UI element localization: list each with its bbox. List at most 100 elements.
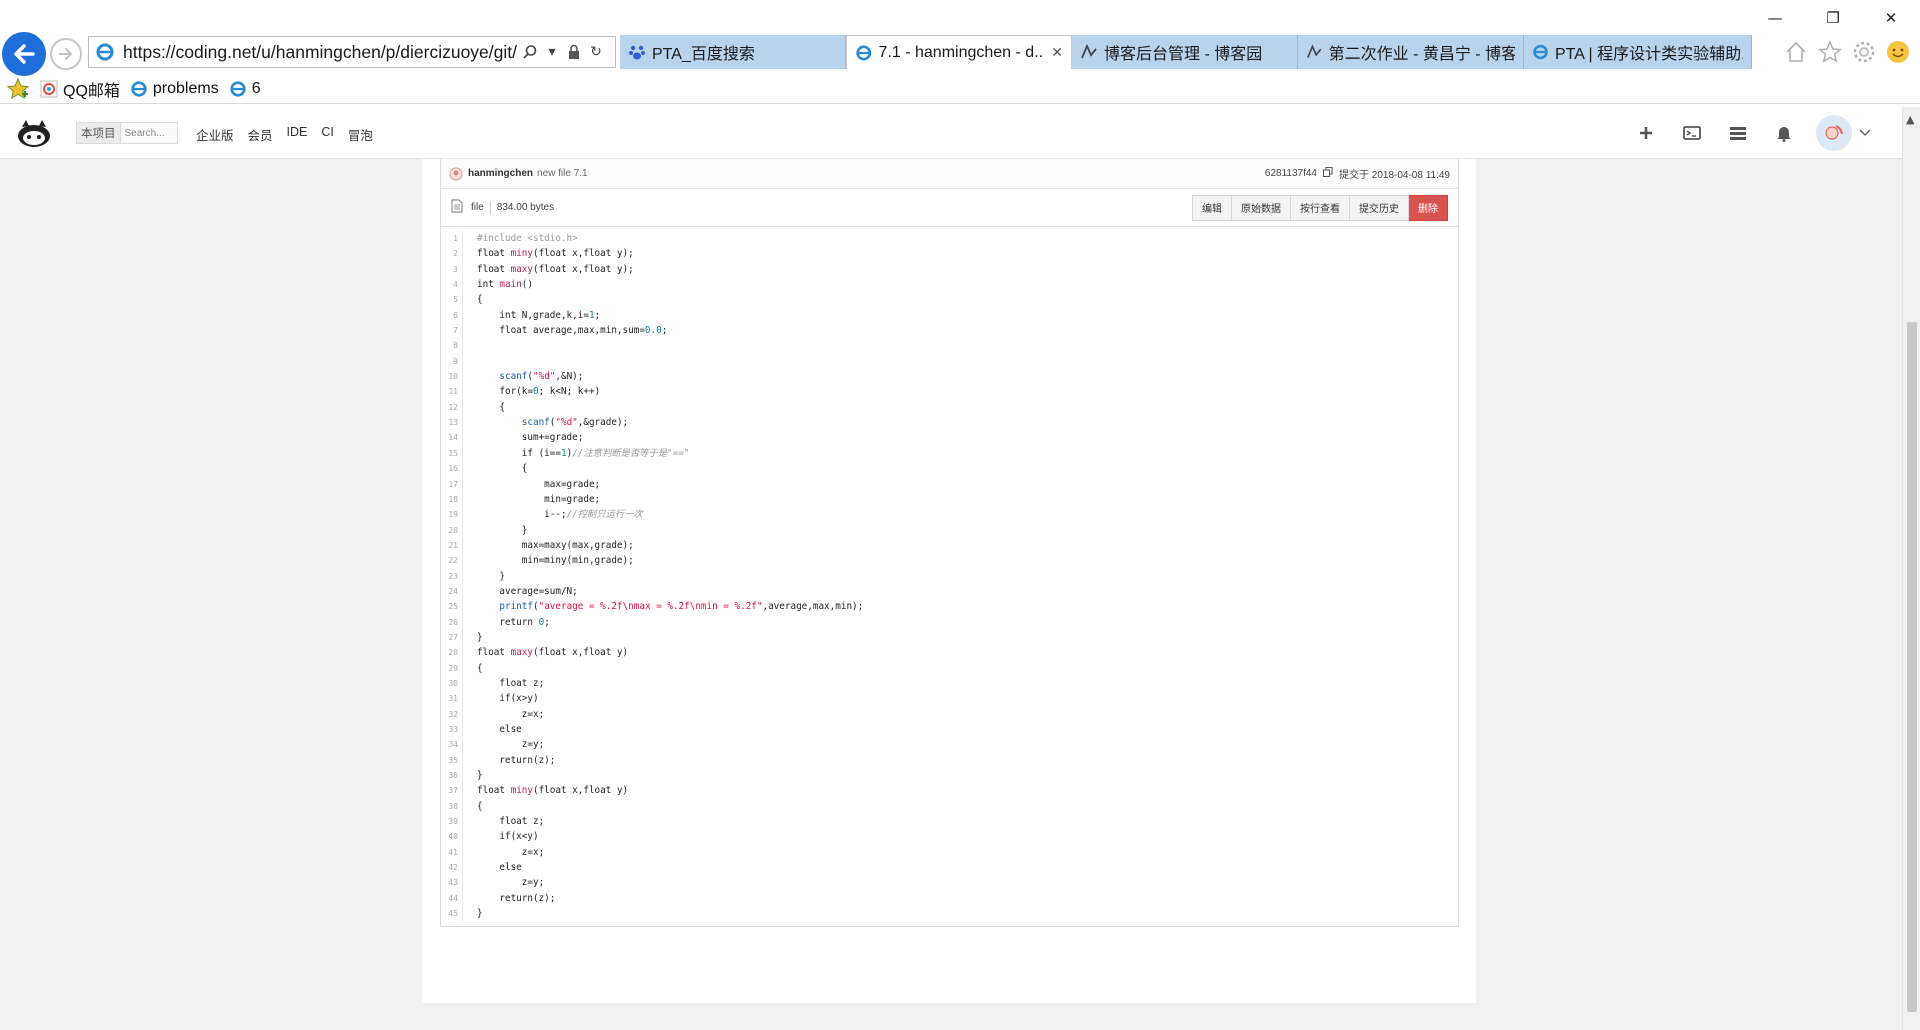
favorite-qqmail[interactable]: QQ邮箱 [40, 77, 120, 101]
line-number[interactable]: 6 [441, 307, 463, 324]
line-number[interactable]: 29 [441, 660, 463, 676]
search-icon[interactable] [519, 41, 541, 63]
user-avatar-icon [449, 167, 463, 180]
chevron-down-icon[interactable] [1858, 119, 1872, 147]
line-number[interactable]: 15 [441, 445, 463, 462]
line-number[interactable]: 38 [441, 798, 463, 815]
line-number[interactable]: 13 [441, 415, 463, 431]
line-number[interactable]: 35 [441, 752, 463, 769]
line-number[interactable]: 22 [441, 553, 463, 569]
nav-ide[interactable]: IDE [287, 125, 308, 144]
scroll-up-icon[interactable]: ▲ [1906, 113, 1914, 126]
close-tab-icon[interactable]: ✕ [1051, 45, 1063, 61]
line-number[interactable]: 44 [441, 890, 463, 907]
code-text: #include <stdio.h> [477, 233, 578, 244]
line-number[interactable]: 39 [441, 814, 463, 830]
forward-button[interactable] [50, 38, 82, 70]
favorite-problems[interactable]: problems [130, 80, 219, 98]
line-number[interactable]: 27 [441, 629, 463, 646]
edit-button[interactable]: 编辑 [1192, 194, 1232, 221]
line-number[interactable]: 19 [441, 507, 463, 523]
line-number[interactable]: 28 [441, 645, 463, 661]
line-number[interactable]: 12 [441, 399, 463, 416]
address-bar[interactable]: https://coding.net/u/hanmingchen/p/dierc… [88, 36, 616, 68]
copy-icon[interactable] [1323, 167, 1333, 180]
avatar[interactable] [1816, 115, 1852, 151]
tab-cnblogs-admin[interactable]: 博客后台管理 - 博客园 [1072, 35, 1298, 69]
line-number[interactable]: 7 [441, 323, 463, 339]
line-number[interactable]: 41 [441, 844, 463, 861]
line-number[interactable]: 14 [441, 430, 463, 446]
project-search[interactable]: 本项目 Search... [76, 122, 178, 144]
nav-ci[interactable]: CI [321, 125, 334, 144]
line-number[interactable]: 37 [441, 783, 463, 799]
line-number[interactable]: 16 [441, 461, 463, 477]
plus-icon[interactable] [1632, 119, 1660, 147]
site-nav: 企业版 会员 IDE CI 冒泡 [196, 125, 373, 144]
tab-coding-active[interactable]: 7.1 - hanmingchen - d... ✕ [846, 35, 1072, 69]
tab-pta[interactable]: PTA | 程序设计类实验辅助... [1524, 35, 1752, 69]
line-number[interactable]: 32 [441, 706, 463, 722]
smiley-icon[interactable] [1884, 38, 1912, 66]
tab-baidu[interactable]: PTA_百度搜索 [620, 35, 846, 69]
history-button[interactable]: 提交历史 [1350, 194, 1409, 221]
vertical-scrollbar[interactable]: ▲ [1902, 107, 1920, 1030]
list-icon[interactable] [1724, 119, 1752, 147]
scrollbar-thumb[interactable] [1907, 322, 1917, 1012]
line-number[interactable]: 21 [441, 537, 463, 554]
terminal-icon[interactable] [1678, 119, 1706, 147]
search-scope[interactable]: 本项目 [77, 123, 121, 143]
nav-membership[interactable]: 会员 [248, 125, 273, 144]
favorites-star-icon[interactable] [6, 77, 30, 101]
line-number[interactable]: 33 [441, 722, 463, 738]
commit-author[interactable]: hanmingchen [468, 168, 533, 179]
line-number[interactable]: 42 [441, 860, 463, 876]
lock-icon[interactable] [563, 41, 585, 63]
line-number[interactable]: 30 [441, 675, 463, 692]
blame-button[interactable]: 按行查看 [1291, 194, 1350, 221]
line-number[interactable]: 4 [441, 277, 463, 293]
line-number[interactable]: 17 [441, 476, 463, 492]
gear-icon[interactable] [1850, 38, 1878, 66]
favorite-6[interactable]: 6 [229, 80, 261, 98]
line-number[interactable]: 24 [441, 583, 463, 600]
commit-hash[interactable]: 6281137f44 [1265, 168, 1317, 179]
dropdown-icon[interactable]: ▾ [541, 41, 563, 63]
line-number[interactable]: 26 [441, 614, 463, 630]
line-number[interactable]: 23 [441, 568, 463, 584]
star-icon[interactable] [1816, 38, 1844, 66]
search-input[interactable]: Search... [125, 128, 165, 139]
address-url[interactable]: https://coding.net/u/hanmingchen/p/dierc… [123, 42, 519, 63]
delete-button[interactable]: 删除 [1409, 194, 1448, 221]
line-number[interactable]: 34 [441, 737, 463, 753]
nav-enterprise[interactable]: 企业版 [196, 125, 234, 144]
line-number[interactable]: 18 [441, 491, 463, 508]
code-line: 29 { [441, 660, 1458, 676]
home-icon[interactable] [1782, 38, 1810, 66]
line-number[interactable]: 36 [441, 768, 463, 784]
commit-message[interactable]: new file 7.1 [537, 168, 588, 179]
line-number[interactable]: 45 [441, 906, 463, 922]
tab-cnblogs-post[interactable]: 第二次作业 - 黄昌宁 - 博客... [1298, 35, 1524, 69]
line-number[interactable]: 31 [441, 691, 463, 707]
coding-logo[interactable] [14, 117, 54, 149]
code-text: scanf("%d",&grade); [521, 417, 629, 429]
line-number[interactable]: 25 [441, 599, 463, 615]
bell-icon[interactable] [1770, 119, 1798, 147]
back-button[interactable] [2, 32, 46, 76]
nav-bubble[interactable]: 冒泡 [348, 125, 373, 144]
line-number[interactable]: 9 [441, 353, 463, 370]
line-number[interactable]: 3 [441, 261, 463, 278]
refresh-icon[interactable]: ↻ [585, 41, 607, 63]
line-number[interactable]: 10 [441, 369, 463, 385]
line-number[interactable]: 5 [441, 292, 463, 308]
line-number[interactable]: 1 [441, 231, 463, 247]
line-number[interactable]: 2 [441, 246, 463, 262]
line-number[interactable]: 43 [441, 875, 463, 891]
line-number[interactable]: 8 [441, 338, 463, 354]
line-number[interactable]: 20 [441, 522, 463, 538]
raw-button[interactable]: 原始数据 [1232, 194, 1291, 221]
line-number[interactable]: 40 [441, 829, 463, 845]
line-number[interactable]: 11 [441, 384, 463, 400]
favorite-label: 6 [251, 79, 261, 97]
